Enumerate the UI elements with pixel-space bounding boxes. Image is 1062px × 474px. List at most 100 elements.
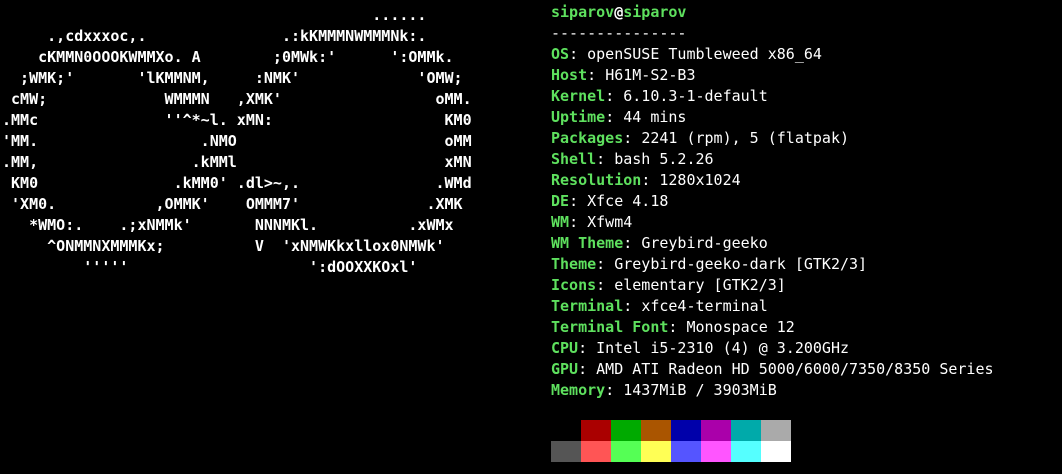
info-key: Uptime	[551, 108, 606, 126]
info-value: 1437MiB / 3903MiB	[623, 381, 777, 399]
info-key: WM	[551, 213, 570, 231]
info-line-terminal: Terminal: xfce4-terminal	[551, 296, 994, 317]
system-info-panel: siparov@siparov --------------- OS: open…	[551, 2, 994, 401]
palette-swatch-normal-5	[701, 420, 731, 441]
logo-line: .MM, .kMMl xMN	[2, 153, 472, 171]
user-host-header: siparov@siparov	[551, 2, 994, 23]
info-key-suffix: :	[578, 360, 597, 378]
palette-swatch-bright-0	[551, 441, 581, 462]
logo-line: .,cdxxxoc,. .:kKMMMNWMMMNk:.	[2, 27, 427, 45]
hostname: siparov	[623, 3, 687, 21]
palette-swatch-normal-7	[761, 420, 791, 441]
palette-swatch-bright-2	[611, 441, 641, 462]
info-key-suffix: :	[623, 234, 642, 252]
info-value: openSUSE Tumbleweed x86_64	[587, 45, 822, 63]
info-value: elementary [GTK2/3]	[614, 276, 786, 294]
info-line-icons: Icons: elementary [GTK2/3]	[551, 275, 994, 296]
info-key: WM Theme	[551, 234, 624, 252]
info-key-suffix: :	[641, 171, 660, 189]
logo-line: .MMc ''^*~l. xMN: KM0	[2, 111, 472, 129]
info-key: Theme	[551, 255, 597, 273]
info-key: DE	[551, 192, 570, 210]
info-line-theme: Theme: Greybird-geeko-dark [GTK2/3]	[551, 254, 994, 275]
logo-line: cMW; WMMMN ,XMK' oMM.	[2, 90, 472, 108]
palette-swatch-normal-2	[611, 420, 641, 441]
palette-swatch-normal-0	[551, 420, 581, 441]
info-key-suffix: :	[596, 150, 615, 168]
info-line-de: DE: Xfce 4.18	[551, 191, 994, 212]
info-line-packages: Packages: 2241 (rpm), 5 (flatpak)	[551, 128, 994, 149]
info-key-suffix: :	[596, 276, 615, 294]
palette-swatch-bright-4	[671, 441, 701, 462]
logo-line: ''''' ':dOOXXKOxl'	[2, 258, 418, 276]
color-palette	[551, 420, 791, 462]
info-line-memory: Memory: 1437MiB / 3903MiB	[551, 380, 994, 401]
info-value: Greybird-geeko	[641, 234, 768, 252]
info-key: GPU	[551, 360, 579, 378]
info-line-wm-theme: WM Theme: Greybird-geeko	[551, 233, 994, 254]
info-key-suffix: :	[569, 45, 588, 63]
at-sign: @	[614, 3, 624, 21]
palette-swatch-normal-4	[671, 420, 701, 441]
info-key: OS	[551, 45, 570, 63]
opensuse-ascii-logo: ...... .,cdxxxoc,. .:kKMMMNWMMMNk:. cKMM…	[2, 5, 472, 278]
info-key: Shell	[551, 150, 597, 168]
palette-swatch-bright-5	[701, 441, 731, 462]
info-key-suffix: :	[578, 339, 597, 357]
logo-line: ......	[2, 6, 427, 24]
palette-swatch-bright-3	[641, 441, 671, 462]
palette-swatch-bright-6	[731, 441, 761, 462]
palette-bright-row	[551, 441, 791, 462]
info-key-suffix: :	[569, 192, 588, 210]
info-key: Memory	[551, 381, 606, 399]
info-key-suffix: :	[605, 381, 624, 399]
logo-line: 'MM. .NMO oMM	[2, 132, 472, 150]
info-line-os: OS: openSUSE Tumbleweed x86_64	[551, 44, 994, 65]
info-line-gpu: GPU: AMD ATI Radeon HD 5000/6000/7350/83…	[551, 359, 994, 380]
info-key-suffix: :	[623, 129, 642, 147]
header-separator: ---------------	[551, 24, 687, 42]
info-value: Intel i5-2310 (4) @ 3.200GHz	[596, 339, 850, 357]
info-key: Resolution	[551, 171, 642, 189]
palette-swatch-normal-1	[581, 420, 611, 441]
info-line-host: Host: H61M-S2-B3	[551, 65, 994, 86]
info-key-suffix: :	[605, 108, 624, 126]
info-line-resolution: Resolution: 1280x1024	[551, 170, 994, 191]
info-value: 6.10.3-1-default	[623, 87, 768, 105]
info-line-cpu: CPU: Intel i5-2310 (4) @ 3.200GHz	[551, 338, 994, 359]
info-value: 2241 (rpm), 5 (flatpak)	[641, 129, 850, 147]
info-value: Xfwm4	[587, 213, 633, 231]
logo-line: KM0 .kMM0' .dl>~,. .WMd	[2, 174, 472, 192]
logo-line: *WMO:. .;xNMMk' NNNMKl. .xWMx	[2, 216, 454, 234]
info-key: Terminal Font	[551, 318, 669, 336]
info-value: Greybird-geeko-dark [GTK2/3]	[614, 255, 868, 273]
info-value: Xfce 4.18	[587, 192, 669, 210]
info-value: H61M-S2-B3	[605, 66, 696, 84]
logo-line: cKMMN0OOOKWMMXo. A ;0MWk:' ':OMMk.	[2, 48, 454, 66]
info-value: xfce4-terminal	[641, 297, 768, 315]
palette-swatch-normal-3	[641, 420, 671, 441]
info-key-suffix: :	[569, 213, 588, 231]
info-key: CPU	[551, 339, 579, 357]
info-value: bash 5.2.26	[614, 150, 714, 168]
info-key-suffix: :	[605, 87, 624, 105]
info-value: 44 mins	[623, 108, 687, 126]
logo-line: ^ONMMNXMMMKx; V 'xNMWKkxllox0NMWk'	[2, 237, 445, 255]
info-key: Terminal	[551, 297, 624, 315]
palette-swatch-normal-6	[731, 420, 761, 441]
info-value: Monospace 12	[686, 318, 795, 336]
info-line-kernel: Kernel: 6.10.3-1-default	[551, 86, 994, 107]
info-line-shell: Shell: bash 5.2.26	[551, 149, 994, 170]
palette-normal-row	[551, 420, 791, 441]
palette-swatch-bright-1	[581, 441, 611, 462]
info-key-suffix: :	[596, 255, 615, 273]
palette-swatch-bright-7	[761, 441, 791, 462]
info-key-suffix: :	[668, 318, 687, 336]
terminal-window[interactable]: ...... .,cdxxxoc,. .:kKMMMNWMMMNk:. cKMM…	[0, 0, 1062, 474]
info-key: Icons	[551, 276, 597, 294]
info-key: Packages	[551, 129, 624, 147]
logo-line: ;WMK;' 'lKMMNM, :NMK' 'OMW;	[2, 69, 463, 87]
info-line-uptime: Uptime: 44 mins	[551, 107, 994, 128]
logo-line: 'XM0. ,OMMK' OMMM7' .XMK	[2, 195, 463, 213]
info-key: Host	[551, 66, 588, 84]
